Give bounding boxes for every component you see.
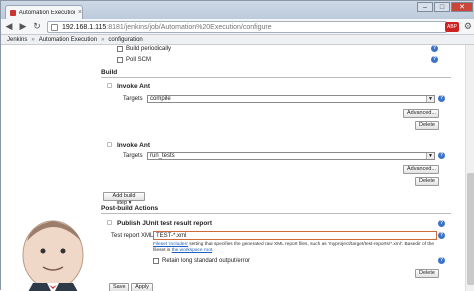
page-icon: [51, 24, 58, 31]
step2-targets-label: Targets: [123, 153, 143, 159]
wrench-icon[interactable]: ⚙: [464, 21, 472, 32]
add-build-step-button[interactable]: Add build step ▾: [103, 192, 145, 206]
step1-title: Invoke Ant: [117, 83, 150, 90]
jenkins-favicon-icon: [10, 9, 16, 16]
title-bar: Automation Execution Co × – □ ✕: [1, 1, 474, 19]
chevron-down-icon: ▼: [426, 96, 434, 102]
help-icon[interactable]: ?: [438, 232, 445, 239]
adblock-icon[interactable]: ABP: [445, 22, 459, 32]
help-icon[interactable]: ?: [438, 220, 445, 227]
config-form: Build periodically ? Poll SCM ? Build In…: [101, 45, 459, 291]
retain-output-label: Retain long standard output/error: [162, 258, 251, 264]
help-icon[interactable]: ?: [438, 95, 445, 102]
breadcrumb-separator: »: [31, 36, 35, 43]
poll-scm-checkbox[interactable]: [117, 57, 123, 63]
fileset-includes-link[interactable]: Fileset 'includes': [153, 242, 188, 247]
close-window-button[interactable]: ✕: [451, 2, 473, 12]
step1-delete-button[interactable]: Delete: [415, 121, 439, 130]
test-report-xmls-label: Test report XMLs: [111, 233, 157, 239]
note-end: .: [212, 248, 214, 253]
drag-handle-icon[interactable]: [107, 142, 112, 147]
junit-delete-button[interactable]: Delete: [415, 269, 439, 278]
help-icon[interactable]: ?: [431, 56, 438, 63]
step2-targets-select[interactable]: run_tests ▼: [147, 152, 435, 160]
address-bar[interactable]: 192.168.1.115:8181/jenkins/job/Automatio…: [47, 21, 447, 33]
step1-targets-select[interactable]: compile ▼: [147, 95, 435, 103]
drag-handle-icon[interactable]: [107, 83, 112, 88]
breadcrumb-configuration[interactable]: configuration: [108, 37, 142, 43]
poll-scm-label: Poll SCM: [126, 57, 152, 63]
browser-tab[interactable]: Automation Execution Co ×: [5, 5, 83, 19]
toolbar: ◀ ▶ ↻ 192.168.1.115:8181/jenkins/job/Aut…: [1, 19, 474, 35]
scrollbar-thumb[interactable]: [467, 173, 474, 285]
back-icon[interactable]: ◀: [4, 21, 14, 32]
step1-advanced-button[interactable]: Advanced...: [403, 109, 439, 118]
minimize-button[interactable]: –: [417, 2, 433, 12]
help-icon[interactable]: ?: [438, 257, 445, 264]
step1-targets-label: Targets: [123, 96, 143, 102]
trigger-poll-scm: Poll SCM: [117, 57, 151, 63]
xml-help-note: Fileset 'includes' setting that specifie…: [153, 242, 437, 254]
retain-output-checkbox[interactable]: [153, 258, 159, 264]
step2-targets-value: run_tests: [150, 153, 175, 159]
url-path: :8181/jenkins/job/Automation%20Execution…: [106, 24, 272, 31]
build-periodically-label: Build periodically: [126, 46, 172, 52]
maximize-button[interactable]: □: [434, 2, 450, 12]
reload-icon[interactable]: ↻: [32, 21, 42, 32]
tab-close-icon[interactable]: ×: [78, 9, 82, 16]
build-periodically-checkbox[interactable]: [117, 46, 123, 52]
step1-targets-value: compile: [150, 96, 171, 102]
breadcrumb-jenkins[interactable]: Jenkins: [7, 37, 27, 43]
jenkins-butler-icon: [22, 220, 84, 291]
sidebar: [1, 45, 99, 291]
chevron-down-icon: ▼: [426, 153, 434, 159]
test-report-xmls-input[interactable]: TEST-*.xml: [153, 231, 437, 240]
breadcrumb-job[interactable]: Automation Execution: [39, 37, 97, 43]
breadcrumb-separator: »: [101, 36, 105, 43]
tab-title: Automation Execution Co: [18, 9, 75, 16]
retain-output-row: Retain long standard output/error: [153, 258, 250, 264]
help-icon[interactable]: ?: [438, 152, 445, 159]
step2-advanced-button[interactable]: Advanced...: [403, 165, 439, 174]
junit-publisher-title: Publish JUnit test result report: [117, 220, 212, 227]
drag-handle-icon[interactable]: [107, 220, 112, 225]
post-build-section-title: Post-build Actions: [101, 205, 451, 214]
page: Jenkins » Automation Execution » configu…: [1, 35, 474, 291]
step2-title: Invoke Ant: [117, 142, 150, 149]
url-host: 192.168.1.115: [62, 24, 107, 31]
help-icon[interactable]: ?: [431, 45, 438, 52]
browser-window: Automation Execution Co × – □ ✕ ◀ ▶ ↻ 19…: [0, 0, 474, 291]
forward-icon[interactable]: ▶: [18, 21, 28, 32]
window-controls: – □ ✕: [417, 2, 473, 12]
build-section-title: Build: [101, 69, 451, 78]
step2-delete-button[interactable]: Delete: [415, 177, 439, 186]
workspace-root-link[interactable]: the workspace root: [172, 248, 213, 253]
trigger-build-periodically: Build periodically: [117, 46, 171, 52]
scrollbar[interactable]: [465, 45, 474, 291]
breadcrumb: Jenkins » Automation Execution » configu…: [1, 35, 474, 45]
